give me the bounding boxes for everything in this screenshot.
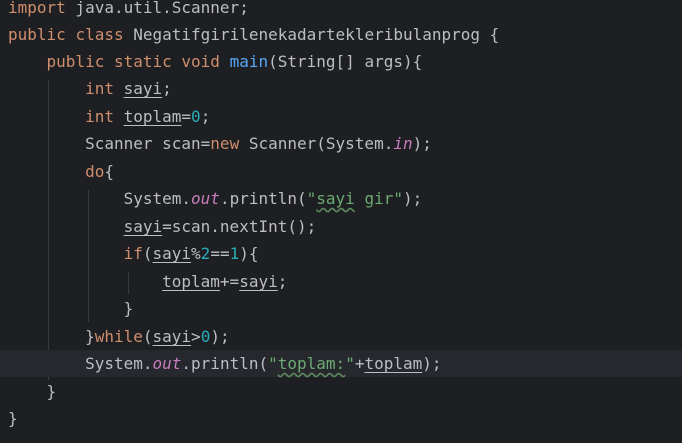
- keyword: public: [46, 52, 105, 71]
- keyword: static: [113, 52, 172, 71]
- variable: toplam: [162, 272, 220, 291]
- code-text: >: [191, 327, 201, 346]
- number-literal: 2: [200, 244, 211, 263]
- code-line-16[interactable]: }: [8, 405, 18, 432]
- code-text: ){: [239, 244, 259, 263]
- code-text: {: [480, 25, 500, 44]
- variable: sayi: [123, 217, 163, 236]
- string-literal: gir": [354, 189, 403, 208]
- code-line-4[interactable]: int sayi;: [8, 75, 172, 102]
- code-text: (String[] args){: [268, 52, 423, 71]
- code-text: );: [412, 134, 432, 153]
- code-editor[interactable]: import java.util.Scanner; public class N…: [0, 0, 682, 443]
- code-line-8[interactable]: System.out.println("sayi gir");: [8, 185, 423, 212]
- code-text: }: [123, 299, 134, 318]
- code-text: ;: [162, 79, 172, 98]
- code-text: =: [181, 107, 192, 126]
- code-text: ;: [200, 107, 211, 126]
- variable: toplam: [123, 107, 182, 126]
- code-text: +=: [219, 272, 240, 291]
- static-field: in: [393, 134, 413, 153]
- static-field: out: [191, 189, 220, 208]
- code-text: ;: [277, 272, 288, 291]
- code-text: );: [402, 189, 423, 208]
- code-text: System.: [85, 354, 153, 373]
- keyword: new: [210, 134, 240, 153]
- code-line-5[interactable]: int toplam=0;: [8, 103, 210, 130]
- code-line-15[interactable]: }: [8, 378, 57, 405]
- string-literal: ": [345, 354, 355, 373]
- variable: sayi: [152, 244, 192, 263]
- number-literal: 0: [191, 107, 201, 126]
- variable: sayi: [123, 79, 163, 98]
- keyword: do: [85, 162, 105, 181]
- code-line-1[interactable]: import java.util.Scanner;: [8, 0, 249, 21]
- method-name: main: [229, 52, 269, 71]
- code-line-3[interactable]: public static void main(String[] args){: [8, 48, 423, 75]
- keyword: if: [123, 244, 143, 263]
- code-line-7[interactable]: do{: [8, 158, 114, 185]
- code-text: %: [191, 244, 201, 263]
- code-line-2[interactable]: public class Negatifgirilenekadartekleri…: [8, 21, 499, 48]
- code-text: (: [142, 327, 153, 346]
- number-literal: 0: [200, 327, 211, 346]
- code-text: }: [46, 382, 57, 401]
- code-line-6[interactable]: Scanner scan=new Scanner(System.in);: [8, 130, 432, 157]
- keyword: while: [94, 327, 143, 346]
- variable: toplam: [364, 354, 423, 373]
- code-text: }: [8, 409, 18, 428]
- code-text: Scanner(System.: [239, 134, 394, 153]
- code-text: Scanner scan=: [85, 134, 211, 153]
- keyword: int: [85, 79, 114, 98]
- code-text: }: [85, 327, 95, 346]
- code-line-13[interactable]: }while(sayi>0);: [8, 323, 230, 350]
- code-text: );: [210, 327, 230, 346]
- keyword: int: [85, 107, 114, 126]
- static-field: out: [152, 354, 182, 373]
- code-text: ==: [210, 244, 230, 263]
- code-line-12[interactable]: }: [8, 295, 134, 322]
- code-text: (: [142, 244, 153, 263]
- code-text: =scan.nextInt();: [162, 217, 317, 236]
- keyword: void: [181, 52, 220, 71]
- code-line-9[interactable]: sayi=scan.nextInt();: [8, 213, 317, 240]
- string-literal: toplam:: [277, 354, 346, 373]
- variable: sayi: [152, 327, 192, 346]
- code-line-10[interactable]: if(sayi%2==1){: [8, 240, 259, 267]
- keyword: public: [8, 25, 66, 44]
- string-literal: ": [306, 189, 317, 208]
- string-literal: ": [268, 354, 278, 373]
- string-literal: sayi: [316, 189, 355, 208]
- code-line-14[interactable]: System.out.println("toplam:"+toplam);: [0, 350, 682, 377]
- variable: sayi: [239, 272, 278, 291]
- code-text: .println(: [219, 189, 307, 208]
- code-text: .println(: [181, 354, 269, 373]
- class-name: Negatifgirilenekadartekleribulanprog: [133, 25, 481, 44]
- code-text: );: [422, 354, 442, 373]
- code-text: java.util.Scanner;: [65, 0, 249, 17]
- code-text: System.: [123, 189, 192, 208]
- code-text: {: [104, 162, 114, 181]
- keyword: import: [8, 0, 66, 17]
- keyword: class: [75, 25, 124, 44]
- code-line-11[interactable]: toplam+=sayi;: [8, 268, 287, 295]
- number-literal: 1: [229, 244, 240, 263]
